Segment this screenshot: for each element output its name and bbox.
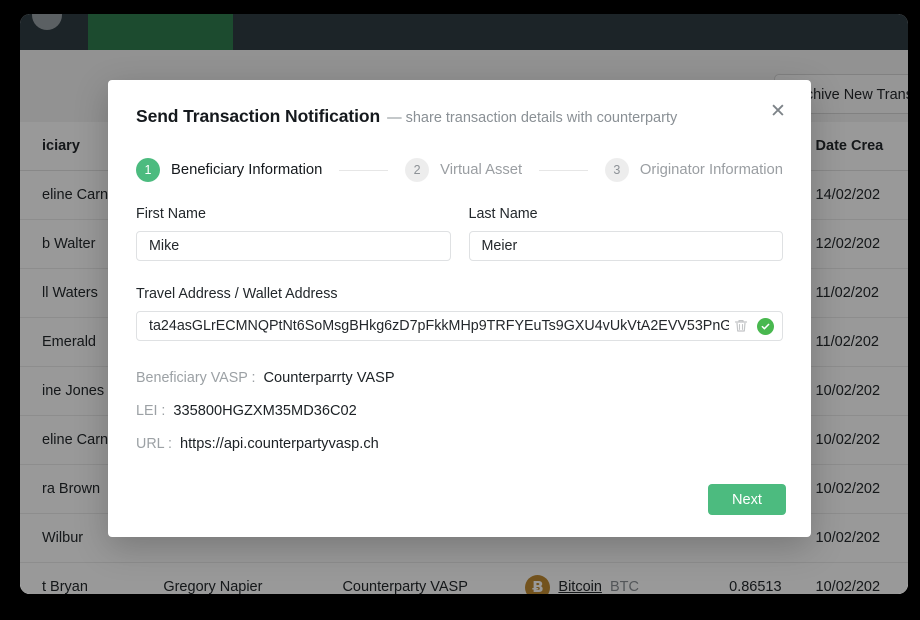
stepper-step-2[interactable]: 2 Virtual Asset xyxy=(405,158,522,182)
travel-address-field-group: Travel Address / Wallet Address xyxy=(136,286,783,341)
url-line: URL : https://api.counterpartyvasp.ch xyxy=(136,436,783,452)
travel-address-input-wrapper xyxy=(136,311,783,341)
stepper-step-1[interactable]: 1 Beneficiary Information xyxy=(136,158,322,182)
last-name-field-group: Last Name xyxy=(468,206,783,261)
modal-footer: Next xyxy=(707,484,786,515)
beneficiary-form: First Name Last Name Travel Address / Wa… xyxy=(136,206,783,452)
stepper-step-3[interactable]: 3 Originator Information xyxy=(604,158,783,182)
step-number-2: 2 xyxy=(405,158,430,182)
modal-title-row: Send Transaction Notification — share tr… xyxy=(136,106,783,127)
lei-key: LEI : xyxy=(136,403,166,419)
step-label-2: Virtual Asset xyxy=(440,162,523,178)
last-name-label: Last Name xyxy=(468,206,538,222)
next-button[interactable]: Next xyxy=(707,484,786,515)
stepper: 1 Beneficiary Information 2 Virtual Asse… xyxy=(136,158,783,182)
first-name-label: First Name xyxy=(136,206,206,222)
step-number-3: 3 xyxy=(604,158,629,182)
page-title: Send Transaction Notification xyxy=(136,106,381,126)
last-name-input[interactable] xyxy=(468,231,783,261)
name-field-row: First Name Last Name xyxy=(136,206,783,261)
address-valid-check-icon xyxy=(757,317,774,335)
beneficiary-vasp-value: Counterparrty VASP xyxy=(263,370,395,386)
url-value: https://api.counterpartyvasp.ch xyxy=(180,436,379,452)
travel-address-input[interactable] xyxy=(137,312,733,340)
screen: Archive New Trans iciary Date Crea eline… xyxy=(0,0,920,620)
step-label-1: Beneficiary Information xyxy=(171,162,323,178)
modal-header: Send Transaction Notification — share tr… xyxy=(108,80,811,127)
lei-value: 335800HGZXM35MD36C02 xyxy=(173,403,357,419)
trash-icon[interactable] xyxy=(733,318,749,334)
vasp-info-list: Beneficiary VASP : Counterparrty VASP LE… xyxy=(136,370,783,452)
first-name-field-group: First Name xyxy=(136,206,451,261)
send-transaction-notification-modal: Send Transaction Notification — share tr… xyxy=(108,80,811,537)
beneficiary-vasp-line: Beneficiary VASP : Counterparrty VASP xyxy=(136,370,783,386)
modal-subtitle: — share transaction details with counter… xyxy=(387,110,678,126)
url-key: URL : xyxy=(136,436,173,452)
lei-line: LEI : 335800HGZXM35MD36C02 xyxy=(136,403,783,419)
first-name-input[interactable] xyxy=(136,231,451,261)
stepper-connector-2 xyxy=(539,169,588,171)
stepper-connector-1 xyxy=(339,169,389,171)
step-number-1: 1 xyxy=(136,158,160,182)
step-label-3: Originator Information xyxy=(639,162,783,178)
travel-address-label: Travel Address / Wallet Address xyxy=(136,286,338,302)
close-icon[interactable]: ✕ xyxy=(765,98,791,124)
beneficiary-vasp-key: Beneficiary VASP : xyxy=(136,370,256,386)
